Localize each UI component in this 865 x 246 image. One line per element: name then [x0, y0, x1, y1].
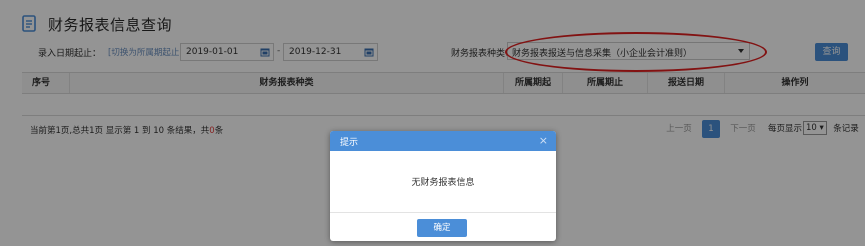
dialog-message: 无财务报表信息 [411, 178, 475, 188]
dialog-footer: 确定 [330, 213, 556, 241]
alert-dialog: 提示 × 无财务报表信息 确定 [330, 131, 556, 241]
close-icon[interactable]: × [539, 134, 548, 147]
dialog-header: 提示 × [330, 131, 556, 151]
dialog-body: 无财务报表信息 [330, 151, 556, 213]
ok-button[interactable]: 确定 [417, 219, 467, 237]
dialog-title: 提示 [340, 138, 359, 148]
